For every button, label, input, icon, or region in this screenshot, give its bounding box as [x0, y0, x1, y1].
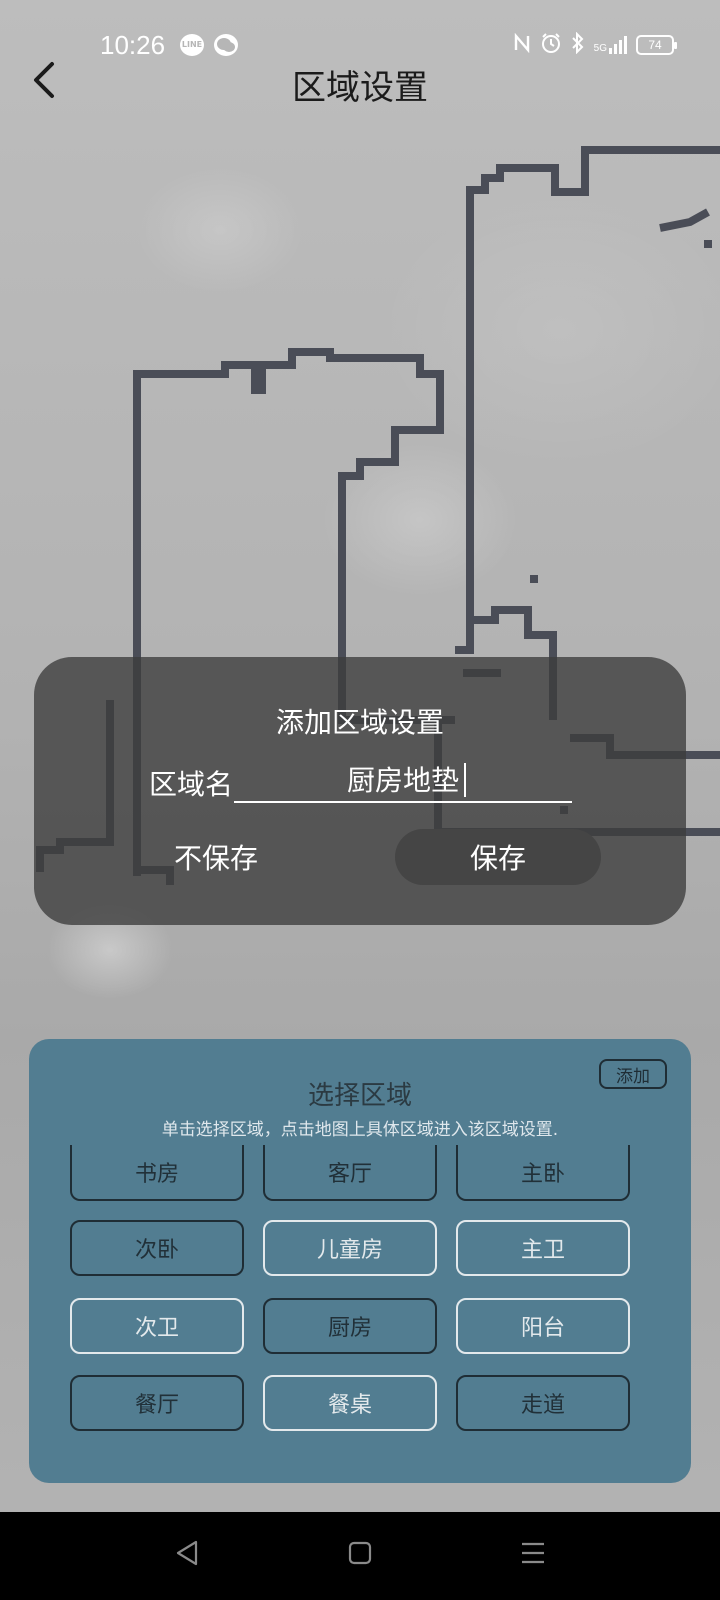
network-label: 5G: [593, 43, 607, 54]
area-button-hallway[interactable]: 走道: [456, 1375, 630, 1431]
bluetooth-icon: [571, 31, 585, 59]
dialog-title: 添加区域设置: [275, 706, 444, 739]
area-name-input[interactable]: [234, 757, 572, 803]
area-name-label: 区域名: [149, 768, 234, 801]
area-button-dining-table[interactable]: 餐桌: [263, 1375, 437, 1431]
nfc-icon: [513, 32, 531, 58]
map-obstacle: [530, 575, 538, 583]
menu-lines-icon[interactable]: [518, 1538, 548, 1568]
area-button-master-bedroom[interactable]: 主卧: [456, 1145, 630, 1201]
save-button[interactable]: 保存: [395, 829, 601, 885]
area-button-study[interactable]: 书房: [70, 1145, 244, 1201]
text-cursor: [464, 763, 466, 797]
alarm-icon: [540, 32, 562, 59]
map-wall-right-notch: [659, 208, 710, 232]
battery-icon: 74: [636, 35, 677, 55]
back-triangle-icon[interactable]: [172, 1538, 202, 1568]
status-time: 10:26: [100, 30, 166, 60]
wechat-icon: [214, 34, 238, 56]
signal-icon: 5G: [594, 36, 627, 54]
line-icon: LINE: [180, 34, 204, 56]
area-button-master-bath[interactable]: 主卫: [456, 1220, 630, 1276]
dont-save-button[interactable]: 不保存: [152, 829, 322, 885]
page-title: 区域设置: [292, 68, 428, 108]
navigation-bar: [0, 1512, 720, 1600]
select-area-panel: 选择区域 添加 单击选择区域，点击地图上具体区域进入该区域设置. 书房 客厅 主…: [29, 1039, 691, 1483]
area-button-kids-room[interactable]: 儿童房: [263, 1220, 437, 1276]
area-button-second-bedroom[interactable]: 次卧: [70, 1220, 244, 1276]
area-button-kitchen[interactable]: 厨房: [263, 1298, 437, 1354]
area-button-living-room[interactable]: 客厅: [263, 1145, 437, 1201]
area-button-second-bath[interactable]: 次卫: [70, 1298, 244, 1354]
area-button-balcony[interactable]: 阳台: [456, 1298, 630, 1354]
battery-level: 74: [648, 38, 662, 52]
add-area-dialog: 添加区域设置 区域名 不保存 保存: [34, 657, 686, 925]
home-square-icon[interactable]: [345, 1538, 375, 1568]
area-button-dining-room[interactable]: 餐厅: [70, 1375, 244, 1431]
area-grid: 书房 客厅 主卧 次卧 儿童房 主卫 次卫 厨房 阳台 餐厅 餐桌 走道: [29, 1039, 691, 1483]
status-indicators: 5G 74: [513, 30, 677, 60]
map-obstacle: [704, 240, 712, 248]
